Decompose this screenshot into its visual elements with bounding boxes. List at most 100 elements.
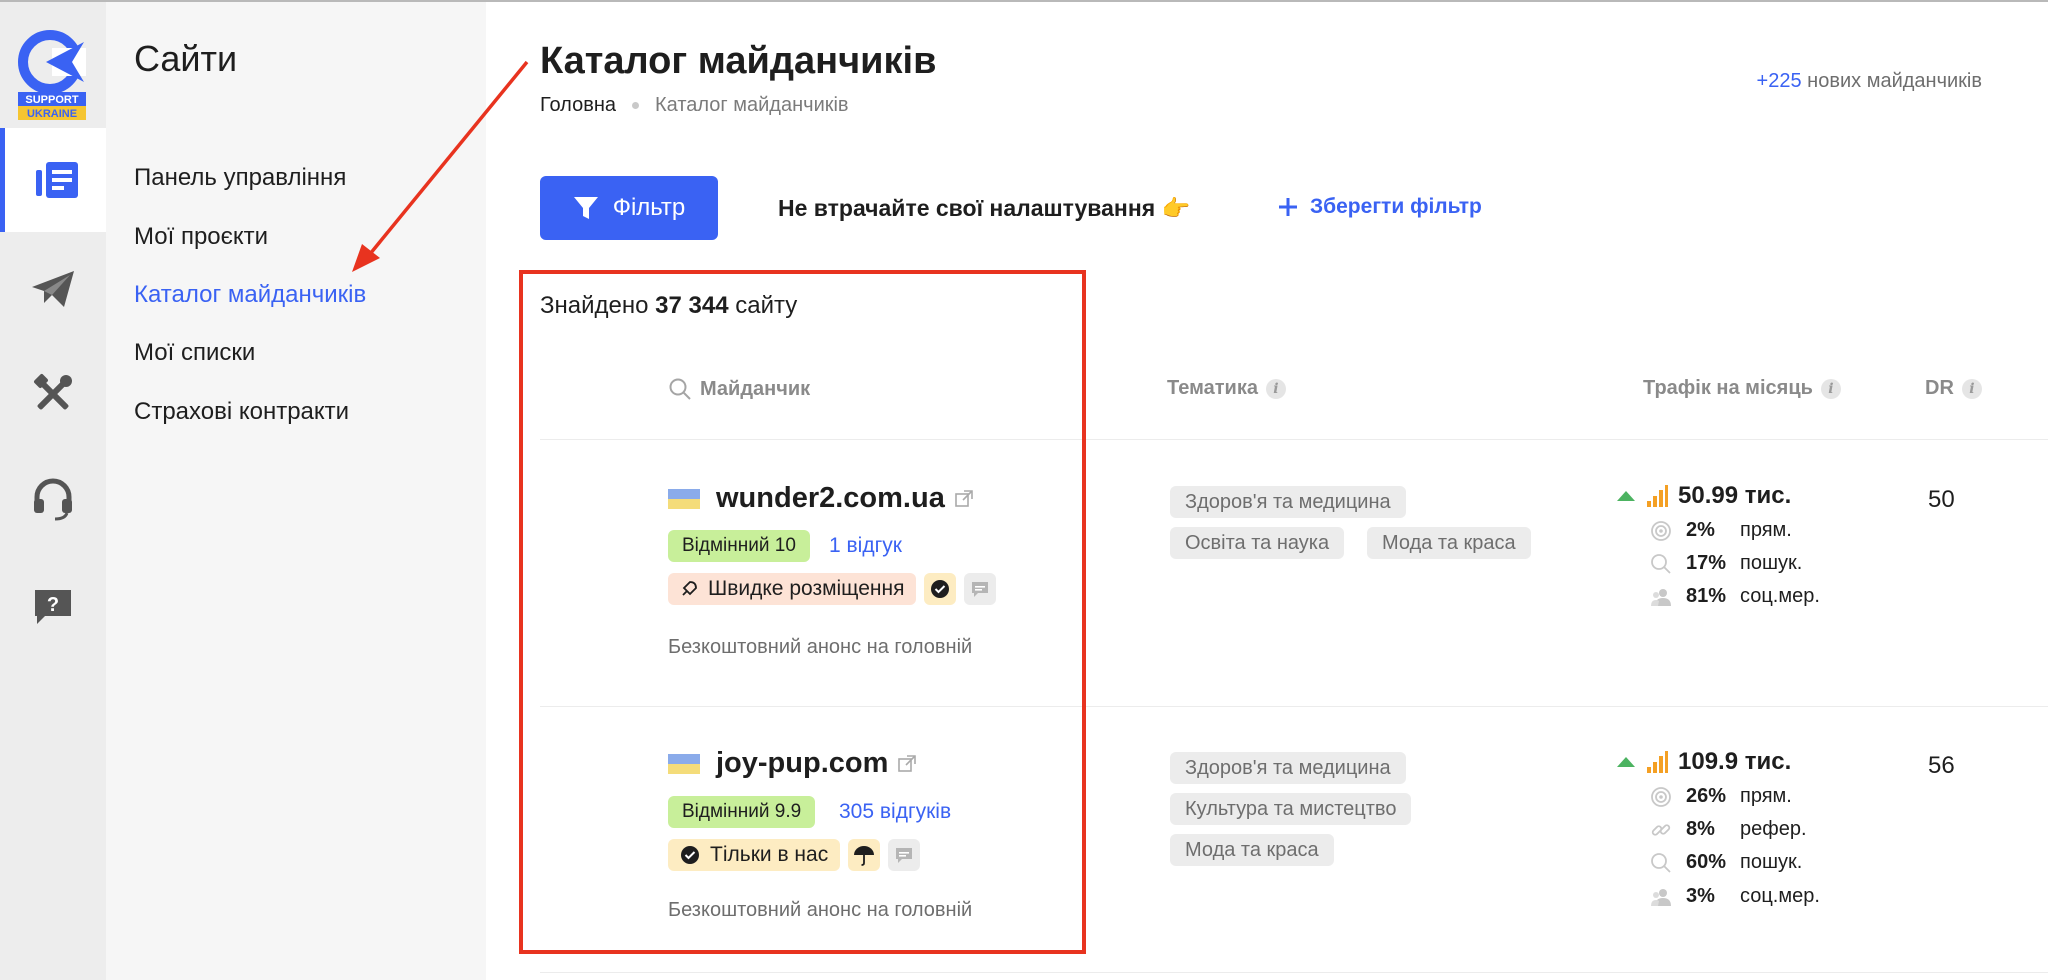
save-filter-label: Зберегти фільтр: [1310, 195, 1482, 218]
site-name-link[interactable]: joy-pup.com: [668, 747, 917, 780]
support-ukraine-logo[interactable]: SUPPORT UKRAINE: [18, 30, 88, 122]
topic-tag: Культура та мистецтво: [1170, 793, 1412, 825]
external-link-icon[interactable]: [898, 754, 917, 773]
traffic-search-label: пошук.: [1740, 552, 1803, 574]
filter-button[interactable]: Фільтр: [540, 176, 718, 240]
new-sites-notice[interactable]: +225 нових майданчиків: [1757, 70, 1982, 93]
column-header-dr-label: DR: [1925, 377, 1954, 399]
trend-up-icon: [1617, 491, 1635, 501]
traffic-direct-label: прям.: [1740, 519, 1792, 541]
traffic-direct-pct: 2%: [1686, 519, 1715, 541]
site-name-link[interactable]: wunder2.com.ua: [668, 482, 973, 515]
reviews-link[interactable]: 1 відгук: [829, 534, 902, 558]
nav-panel: Сайти Панель управління Мої проєкти Ката…: [106, 2, 486, 980]
topic-tag: Здоров'я та медицина: [1170, 752, 1406, 784]
topic-tag: Освіта та наука: [1170, 527, 1345, 559]
search-icon: [669, 378, 691, 400]
rail-item-send[interactable]: [0, 237, 106, 341]
info-icon[interactable]: i: [1820, 378, 1841, 399]
site-name: wunder2.com.ua: [716, 482, 945, 514]
column-header-dr[interactable]: DR i: [1925, 377, 1982, 400]
column-header-traffic[interactable]: Трафік на місяць i: [1643, 377, 1841, 400]
tools-icon: [34, 374, 72, 410]
rail-item-catalog[interactable]: [0, 128, 106, 232]
logo-text-bottom: UKRAINE: [27, 108, 77, 120]
topic-tag: Мода та краса: [1170, 834, 1334, 866]
check-circle-icon: [681, 846, 699, 864]
fast-placement-label: Швидке розміщення: [708, 577, 905, 600]
nav-item-catalog[interactable]: Каталог майданчиків: [134, 281, 366, 309]
headset-icon: [34, 478, 72, 521]
funnel-icon: [573, 197, 598, 219]
nav-item-lists[interactable]: Мої списки: [134, 339, 255, 367]
catalog-list-icon: [35, 162, 78, 198]
breadcrumb-separator: [632, 102, 639, 109]
breadcrumb: Головна Каталог майданчиків: [540, 94, 849, 117]
traffic-social-label: соц.мер.: [1740, 585, 1820, 607]
info-icon[interactable]: i: [1265, 378, 1286, 399]
search-icon: [1651, 553, 1671, 574]
save-filter-button[interactable]: Зберегти фільтр: [1278, 195, 1482, 219]
column-header-traffic-label: Трафік на місяць: [1643, 377, 1813, 399]
nav-item-dashboard[interactable]: Панель управління: [134, 164, 346, 192]
traffic-value: 50.99 тис.: [1678, 482, 1792, 509]
reviews-link[interactable]: 305 відгуків: [839, 800, 951, 824]
site-search-header[interactable]: Майданчик: [668, 377, 810, 401]
traffic-referral: 8% рефер.: [1650, 818, 1807, 841]
rating-badge: Відмінний 10: [668, 530, 810, 562]
info-icon[interactable]: i: [1961, 378, 1982, 399]
signal-bars-icon: [1647, 751, 1668, 773]
paper-plane-icon: [32, 271, 74, 307]
traffic-referral-pct: 8%: [1686, 818, 1715, 840]
traffic-search: 60% пошук.: [1650, 851, 1802, 874]
traffic-social: 81% соц.мер.: [1650, 585, 1820, 608]
rail-item-support[interactable]: [0, 447, 106, 551]
site-search-placeholder: Майданчик: [700, 377, 811, 400]
results-count: Знайдено 37 344 сайту: [540, 292, 797, 320]
new-sites-count: +225: [1756, 70, 1802, 92]
ukraine-flag-icon: [668, 488, 700, 509]
breadcrumb-current: Каталог майданчиків: [655, 94, 849, 116]
target-icon: [1651, 786, 1671, 807]
traffic-referral-label: рефер.: [1740, 818, 1807, 840]
rail-item-tools[interactable]: [0, 342, 106, 446]
nav-item-insurance[interactable]: Страхові контракти: [134, 398, 349, 426]
verified-badge: [924, 573, 957, 605]
filter-hint: Не втрачайте свої налаштування 👉: [778, 195, 1191, 221]
traffic-direct: 2% прям.: [1650, 519, 1792, 542]
external-link-icon[interactable]: [955, 489, 973, 508]
traffic-total: 50.99 тис.: [1616, 482, 1791, 510]
search-icon: [1651, 852, 1671, 873]
traffic-search-label: пошук.: [1740, 851, 1803, 873]
signal-bars-icon: [1647, 485, 1668, 507]
filter-button-label: Фільтр: [612, 194, 686, 221]
site-name: joy-pup.com: [716, 747, 889, 779]
users-icon: [1651, 888, 1671, 906]
results-found-count: 37 344: [655, 292, 729, 319]
column-header-topic[interactable]: Тематика i: [1167, 377, 1286, 400]
table-row: joy-pup.com Відмінний 9.9 305 відгуків Т…: [486, 707, 2048, 973]
insurance-badge: [848, 839, 881, 871]
topic-tag: Здоров'я та медицина: [1170, 486, 1406, 518]
plus-icon: [1279, 198, 1297, 216]
traffic-direct: 26% прям.: [1650, 785, 1792, 808]
column-header-topic-label: Тематика: [1167, 377, 1258, 399]
check-circle-icon: [931, 580, 950, 598]
rocket-icon: [682, 581, 697, 596]
main-content: Каталог майданчиків Головна Каталог майд…: [486, 2, 2048, 980]
comments-badge: [888, 839, 921, 871]
comments-badge: [964, 573, 997, 605]
site-badges: Швидке розміщення: [668, 573, 997, 605]
exclusive-badge: Тільки в нас: [668, 839, 841, 871]
help-chat-icon: ?: [35, 590, 71, 624]
traffic-social-pct: 3%: [1686, 885, 1715, 907]
page-title: Каталог майданчиків: [540, 40, 937, 82]
breadcrumb-home[interactable]: Головна: [540, 94, 616, 117]
rail-item-help[interactable]: ?: [0, 554, 106, 658]
free-announcement: Безкоштовний анонс на головній: [668, 899, 973, 921]
row-divider: [540, 972, 2048, 973]
nav-title: Сайти: [134, 38, 238, 79]
nav-item-projects[interactable]: Мої проєкти: [134, 223, 268, 251]
table-row: wunder2.com.ua Відмінний 10 1 відгук Шви…: [486, 440, 2048, 706]
domain-rating: 50: [1928, 486, 1955, 513]
